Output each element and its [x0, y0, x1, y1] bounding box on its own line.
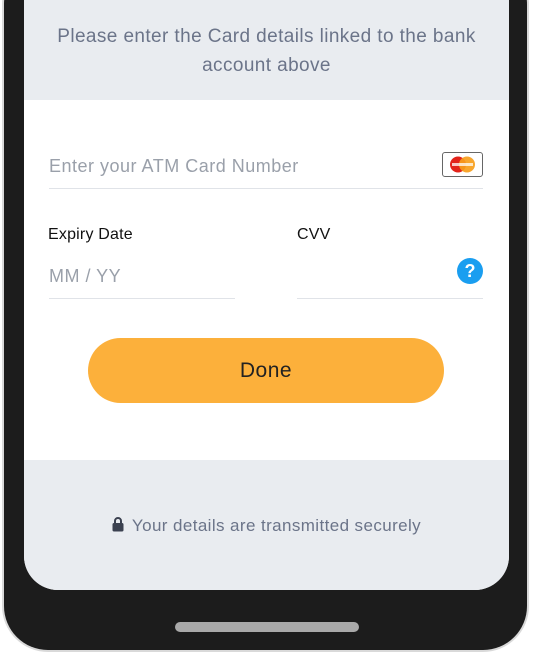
instruction-text: Please enter the Card details linked to … [57, 26, 476, 76]
question-circle-icon[interactable]: ? [457, 258, 483, 284]
lock-icon [112, 517, 124, 537]
security-footer: Your details are transmitted securely [24, 460, 509, 590]
card-number-field[interactable] [49, 148, 483, 189]
app-screen: Please enter the Card details linked to … [24, 0, 509, 590]
cvv-label: CVV [297, 226, 331, 243]
done-button[interactable]: Done [88, 338, 444, 403]
home-indicator[interactable] [175, 622, 359, 632]
card-number-input[interactable] [49, 152, 429, 180]
cvv-input[interactable] [297, 262, 447, 290]
mastercard-icon [442, 152, 483, 177]
expiry-date-input[interactable] [49, 262, 199, 290]
expiry-date-field[interactable] [49, 258, 235, 299]
expiry-date-label: Expiry Date [48, 226, 133, 243]
security-text: Your details are transmitted securely [131, 516, 422, 535]
security-note: Your details are transmitted securely [24, 516, 509, 537]
instruction-panel: Please enter the Card details linked to … [24, 0, 509, 100]
cvv-field[interactable]: ? [297, 258, 483, 299]
